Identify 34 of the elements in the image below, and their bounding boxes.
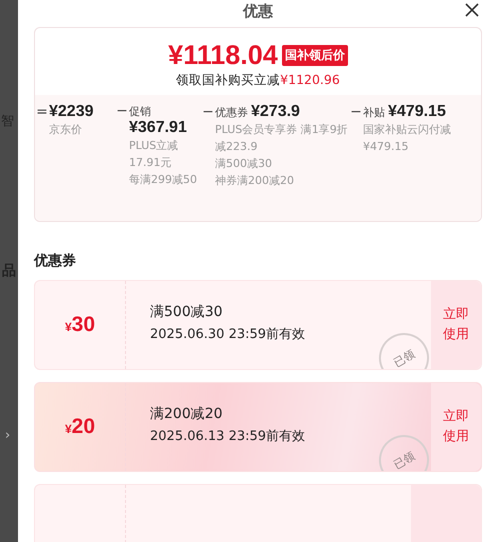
deduction-amount: ¥367.91: [129, 119, 187, 137]
operator-text: −: [349, 104, 363, 120]
deduction-label: 优惠券: [215, 105, 248, 120]
operator-text: −: [115, 103, 129, 119]
operator-text: −: [201, 104, 215, 120]
section-heading: 优惠券: [34, 252, 77, 270]
deduction-note: 神券满200减20: [214, 173, 295, 189]
price-tag: 国补领后价: [282, 45, 348, 66]
coupon-validity: 2025.06.30 23:59前有效: [150, 326, 306, 343]
coupon-title: 满200减20: [150, 405, 224, 423]
use-now-button[interactable]: 立即使用: [431, 383, 481, 471]
deduction-note: PLUS立减17.91元: [128, 138, 180, 171]
operator-text: =: [35, 104, 49, 120]
sheet-title: 优惠: [243, 2, 273, 21]
deduction-amount: ¥273.9: [251, 103, 300, 121]
deduction-amount: ¥479.15: [388, 103, 446, 121]
coupon-validity: 2025.06.13 23:59前有效: [150, 428, 306, 445]
close-icon[interactable]: [464, 2, 480, 18]
coupon-title: 满500减30: [150, 303, 224, 321]
deduction-note: 满500减30: [214, 156, 273, 172]
price-amount: ¥2239: [49, 103, 94, 121]
deduction-label: 补贴: [363, 105, 385, 120]
price-label: 京东价: [48, 122, 83, 138]
coupon-value: ¥30: [64, 313, 96, 337]
coupon-value: ¥20: [64, 415, 96, 439]
deduction-note: 每满299减50: [128, 172, 198, 188]
use-now-button[interactable]: 立即使用: [431, 281, 481, 369]
final-price: ¥1118.04: [168, 40, 278, 71]
deduction-label: 促销: [129, 104, 151, 119]
deduction-note: 国家补贴云闪付减¥479.15: [362, 122, 452, 155]
deduction-note: PLUS会员专享券 满1享9折减223.9: [214, 122, 349, 155]
chevron-text: ›: [5, 428, 10, 443]
subtitle-text: 领取国补购买立减: [176, 72, 280, 87]
saving-amount: ¥1120.96: [280, 72, 340, 87]
